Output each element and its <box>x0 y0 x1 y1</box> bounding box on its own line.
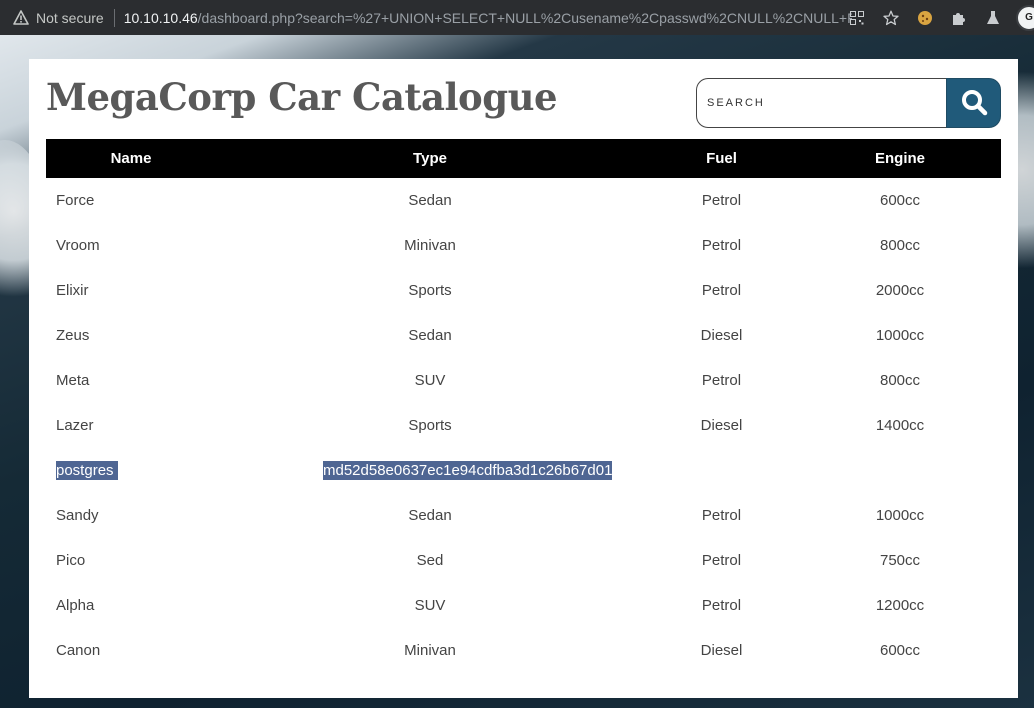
divider <box>113 8 115 27</box>
cell-type: Minivan <box>404 237 456 254</box>
cell-type: md52d58e0637ec1e94cdfba3d1c26b67d01 <box>216 448 644 493</box>
cell-engine: 800cc <box>879 237 921 254</box>
cell-type: SUV <box>414 597 446 614</box>
table-header-row: Name Type Fuel Engine <box>46 139 1001 178</box>
cell-name: Canon <box>56 642 101 659</box>
cell-fuel: Diesel <box>700 417 743 434</box>
cell-name: postgres <box>46 448 216 493</box>
column-header-fuel[interactable]: Fuel <box>644 139 799 178</box>
url-host: 10.10.10.46 <box>123 9 198 26</box>
cell-fuel: Petrol <box>701 192 742 209</box>
cell-engine: 1400cc <box>875 417 925 434</box>
table-row: Meta SUV Petrol 800cc <box>46 358 1001 403</box>
cell-fuel: Petrol <box>701 552 742 569</box>
cell-name: Zeus <box>56 327 90 344</box>
cell-name: Alpha <box>56 597 95 614</box>
cell-name: Force <box>56 192 95 209</box>
table-row: Alpha SUV Petrol 1200cc <box>46 583 1001 628</box>
table-row: Force Sedan Petrol 600cc <box>46 178 1001 223</box>
cell-engine: 600cc <box>879 192 921 209</box>
cell-type: Sedan <box>408 327 452 344</box>
profile-avatar-icon[interactable]: G <box>1016 4 1034 31</box>
search-form <box>696 78 1001 128</box>
cell-name: Sandy <box>56 507 99 524</box>
cell-type: Sed <box>416 552 444 569</box>
cell-name: Meta <box>56 372 90 389</box>
table-row: Pico Sed Petrol 750cc <box>46 538 1001 583</box>
cell-fuel: Petrol <box>701 372 742 389</box>
cell-type: Sedan <box>408 507 452 524</box>
table-row: Sandy Sedan Petrol 1000cc <box>46 493 1001 538</box>
cell-engine: 600cc <box>879 642 921 659</box>
cell-fuel: Petrol <box>701 597 742 614</box>
security-status[interactable]: Not secure <box>36 10 104 26</box>
column-header-engine[interactable]: Engine <box>799 139 1001 178</box>
cell-fuel: Petrol <box>701 237 742 254</box>
warning-icon[interactable] <box>12 9 30 27</box>
selected-text[interactable]: postgres <box>56 461 114 480</box>
page-title: MegaCorp Car Catalogue <box>46 75 558 119</box>
flask-icon[interactable] <box>983 8 1003 28</box>
cell-type: Sports <box>408 417 452 434</box>
selected-text[interactable]: md52d58e0637ec1e94cdfba3d1c26b67d01 <box>323 461 613 480</box>
cell-fuel: Petrol <box>701 507 742 524</box>
search-icon <box>960 88 988 119</box>
cell-engine: 1000cc <box>875 507 925 524</box>
cell-fuel: Diesel <box>700 642 743 659</box>
cell-name: Vroom <box>56 237 100 254</box>
cell-fuel <box>644 448 799 493</box>
table-row: Canon Minivan Diesel 600cc <box>46 628 1001 673</box>
table-row: Elixir Sports Petrol 2000cc <box>46 268 1001 313</box>
selection-padding <box>113 461 118 480</box>
cell-name: Elixir <box>56 282 89 299</box>
column-header-type[interactable]: Type <box>216 139 644 178</box>
cell-engine: 1200cc <box>875 597 925 614</box>
search-input[interactable] <box>696 78 946 128</box>
table-row: Lazer Sports Diesel 1400cc <box>46 403 1001 448</box>
cell-type: Sports <box>408 282 452 299</box>
cell-engine <box>799 448 1001 493</box>
cell-engine: 750cc <box>879 552 921 569</box>
table-row-injected: postgres md52d58e0637ec1e94cdfba3d1c26b6… <box>46 448 1001 493</box>
cell-name: Pico <box>56 552 86 569</box>
cell-type: Minivan <box>404 642 456 659</box>
cell-fuel: Petrol <box>701 282 742 299</box>
cell-fuel: Diesel <box>700 327 743 344</box>
search-button[interactable] <box>946 78 1001 128</box>
cell-type: SUV <box>414 372 446 389</box>
browser-actions: G <box>840 0 1034 35</box>
cell-type: Sedan <box>408 192 452 209</box>
car-table: Name Type Fuel Engine Force Sedan Petrol… <box>46 139 1001 673</box>
cell-engine: 2000cc <box>875 282 925 299</box>
column-header-name[interactable]: Name <box>46 139 216 178</box>
cell-engine: 800cc <box>879 372 921 389</box>
catalogue-panel: MegaCorp Car Catalogue Name Type Fuel En… <box>29 59 1018 698</box>
qr-code-icon[interactable] <box>847 8 867 28</box>
cookie-extension-icon[interactable] <box>915 8 935 28</box>
extensions-puzzle-icon[interactable] <box>949 8 969 28</box>
url-path: /dashboard.php?search=%27+UNION+SELECT+N… <box>197 9 852 26</box>
table-row: Zeus Sedan Diesel 1000cc <box>46 313 1001 358</box>
bookmark-star-icon[interactable] <box>881 8 901 28</box>
address-bar[interactable]: 10.10.10.46/dashboard.php?search=%27+UNI… <box>124 10 852 26</box>
browser-toolbar: Not secure 10.10.10.46/dashboard.php?sea… <box>0 0 1034 35</box>
cell-engine: 1000cc <box>875 327 925 344</box>
cell-name: Lazer <box>56 417 94 434</box>
table-row: Vroom Minivan Petrol 800cc <box>46 223 1001 268</box>
